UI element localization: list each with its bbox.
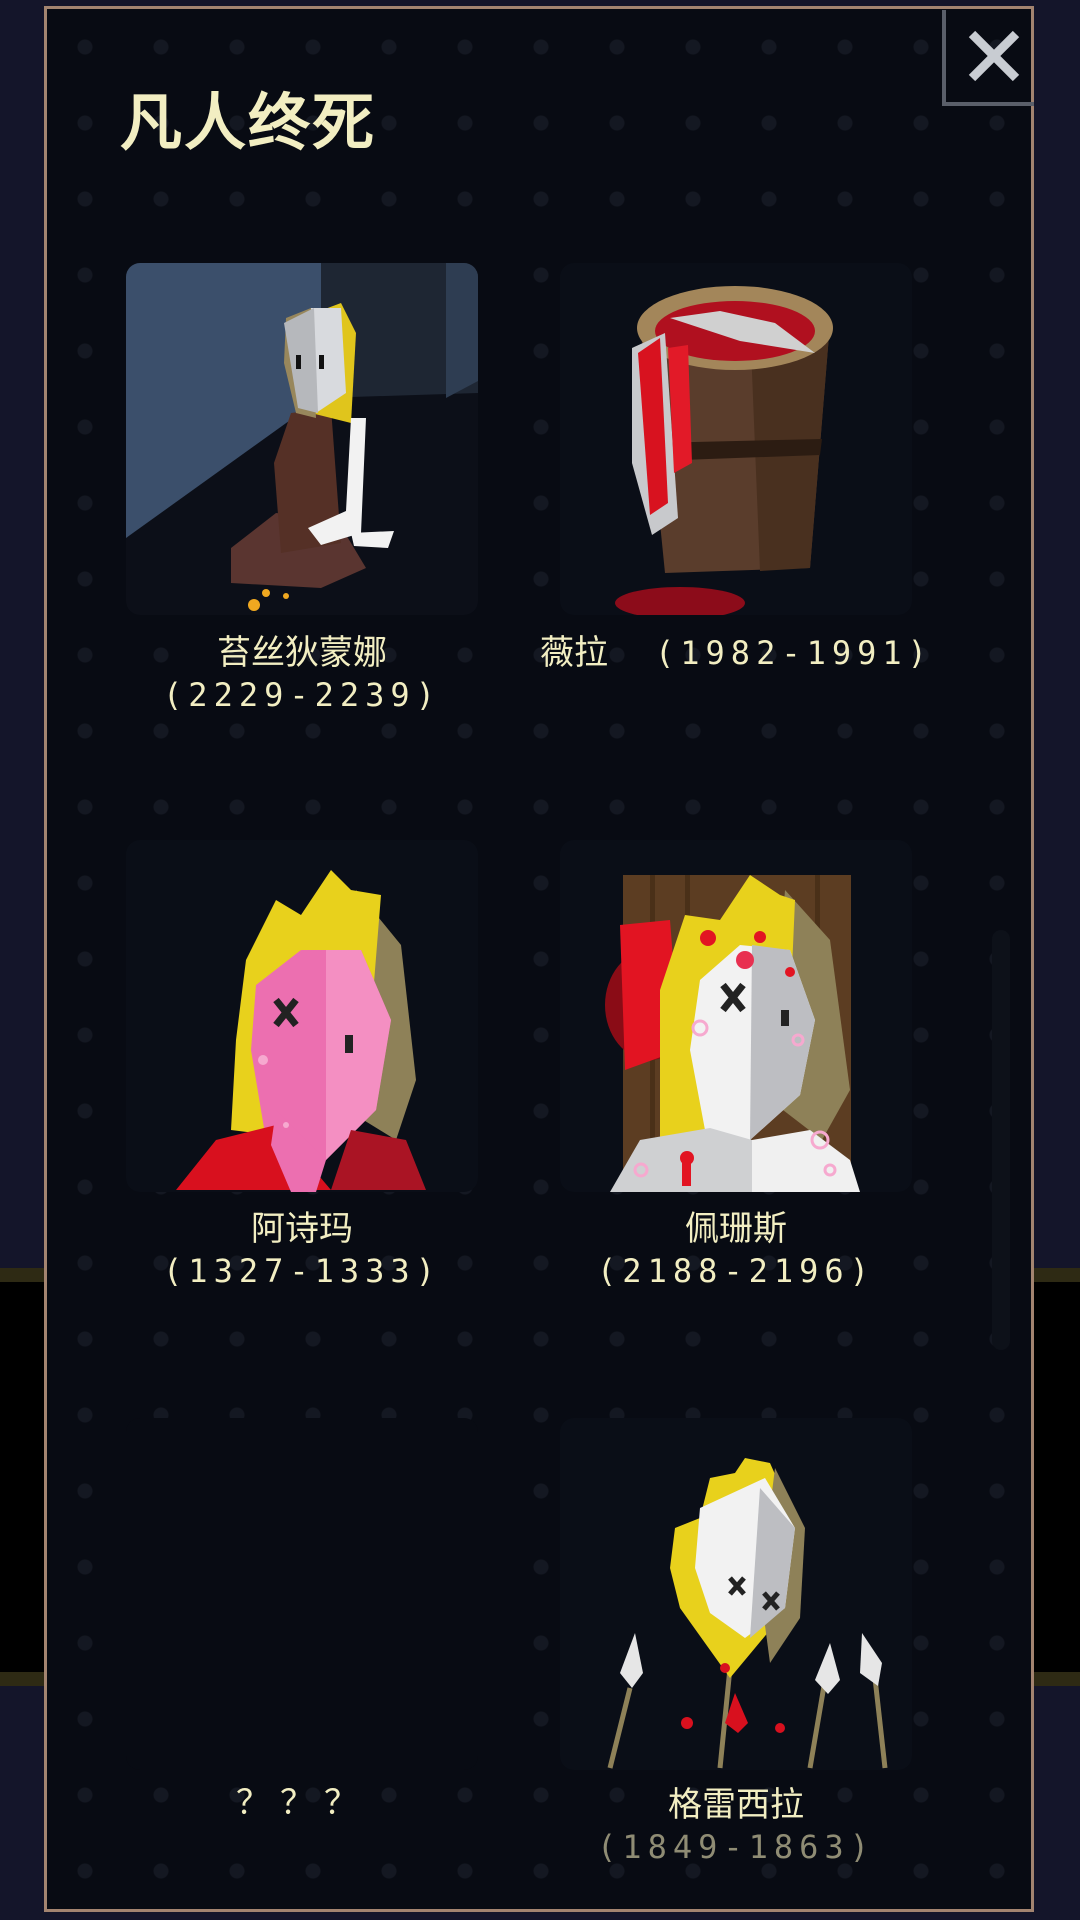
card-dates: (1982-1991) xyxy=(655,634,933,672)
kneeling-girl-portrait xyxy=(126,263,478,615)
card-dates: (1327-1333) xyxy=(163,1252,441,1290)
card-name: 苔丝狄蒙娜 xyxy=(217,633,387,673)
card-dates: (2229-2239) xyxy=(163,676,441,714)
card-dates: (1849-1863) xyxy=(597,1828,875,1866)
bucket-of-blood-portrait xyxy=(560,263,912,615)
bloody-faced-girl-portrait xyxy=(560,840,912,1192)
scrollbar[interactable] xyxy=(992,930,1010,1350)
close-button[interactable] xyxy=(942,10,1034,106)
close-x-icon xyxy=(968,30,1020,82)
page-title: 凡人终死 xyxy=(120,86,377,159)
card-name: ？？？ xyxy=(236,1783,368,1823)
head-on-spears-portrait xyxy=(560,1418,912,1770)
card-name: 阿诗玛 xyxy=(251,1209,353,1249)
locked-portrait xyxy=(126,1418,478,1770)
card-dates: (2188-2196) xyxy=(597,1252,875,1290)
card-name: 薇拉 xyxy=(540,633,608,673)
card-name: 佩珊斯 xyxy=(685,1209,787,1249)
card-name: 格雷西拉 xyxy=(668,1785,804,1825)
pink-faced-girl-portrait xyxy=(126,840,478,1192)
